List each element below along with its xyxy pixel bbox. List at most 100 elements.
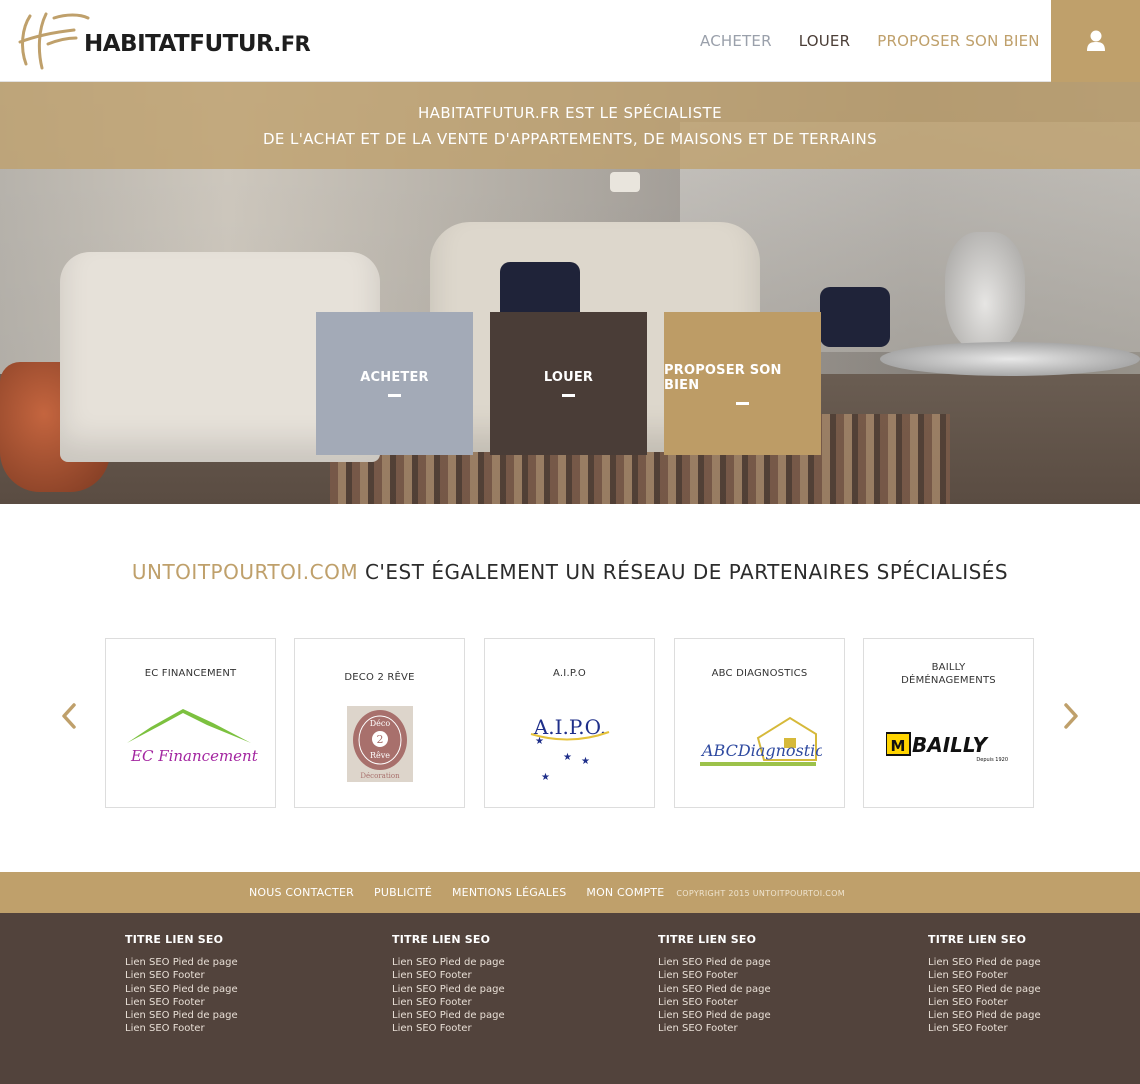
account-button[interactable]: [1051, 0, 1140, 82]
footer-seo-column: TITRE LIEN SEO Lien SEO Pied de page Lie…: [928, 933, 1128, 1036]
hero-background-pillow: [820, 287, 890, 347]
footer-seo-link[interactable]: Lien SEO Footer: [928, 996, 1128, 1009]
deco-2-reve-logo: Déco 2 Rêve Décoration: [295, 699, 464, 789]
carousel-prev-button[interactable]: [56, 701, 82, 731]
footer-seo-link[interactable]: Lien SEO Footer: [928, 969, 1128, 982]
footer-seo-link[interactable]: Lien SEO Footer: [392, 996, 592, 1009]
footer-seo-link[interactable]: Lien SEO Pied de page: [125, 956, 325, 969]
hero-background-vase: [945, 232, 1025, 352]
footer-seo-link[interactable]: Lien SEO Footer: [125, 1022, 325, 1035]
footer-seo-link[interactable]: Lien SEO Pied de page: [928, 956, 1128, 969]
svg-text:★: ★: [535, 736, 544, 747]
footer-seo-column: TITRE LIEN SEO Lien SEO Pied de page Lie…: [125, 933, 325, 1036]
footer-links: NOUS CONTACTER PUBLICITÉ MENTIONS LÉGALE…: [249, 886, 845, 899]
bailly-logo-sub: Depuis 1920: [976, 757, 1008, 763]
user-icon: [1086, 30, 1105, 51]
abc-diagnostics-logo: ABCDiagnostics: [675, 699, 844, 789]
bailly-logo-text: BAILLY: [912, 733, 990, 757]
hf-monogram-icon: [16, 8, 90, 74]
footer-seo-link[interactable]: Lien SEO Pied de page: [928, 983, 1128, 996]
bailly-logo: M BAILLY Depuis 1920: [864, 699, 1033, 789]
partner-card-abc-diagnostics[interactable]: ABC DIAGNOSTICS ABCDiagnostics: [674, 638, 845, 808]
hero-background-lamp: [610, 172, 640, 192]
footer-seo: TITRE LIEN SEO Lien SEO Pied de page Lie…: [0, 913, 1140, 1084]
nav-louer[interactable]: LOUER: [799, 32, 851, 50]
logo-wordmark: HABITATFUTUR.FR: [84, 31, 311, 57]
hero-tagline-line2: DE L'ACHAT ET DE LA VENTE D'APPARTEMENTS…: [262, 129, 878, 148]
footer-seo-link[interactable]: Lien SEO Pied de page: [392, 1009, 592, 1022]
footer-seo-link[interactable]: Lien SEO Footer: [658, 969, 858, 982]
footer-seo-link[interactable]: Lien SEO Footer: [125, 969, 325, 982]
main-nav: ACHETER LOUER PROPOSER SON BIEN: [700, 32, 1040, 50]
svg-text:M: M: [890, 737, 905, 755]
partners-heading-rest: C'EST ÉGALEMENT UN RÉSEAU DE PARTENAIRES…: [358, 560, 1009, 584]
hero-background-table: [880, 342, 1140, 376]
tile-proposer-son-bien[interactable]: PROPOSER SON BIEN: [664, 312, 821, 455]
footer-seo-title: TITRE LIEN SEO: [125, 933, 224, 946]
footer-seo-link[interactable]: Lien SEO Pied de page: [392, 956, 592, 969]
svg-text:★: ★: [541, 772, 550, 782]
footer-seo-link[interactable]: Lien SEO Footer: [928, 1022, 1128, 1035]
footer-link-contact[interactable]: NOUS CONTACTER: [249, 886, 354, 899]
dash-icon: [388, 394, 401, 397]
ec-financement-logo-text: EC Financement: [130, 747, 259, 765]
footer-seo-link[interactable]: Lien SEO Footer: [658, 996, 858, 1009]
partner-card-deco-2-reve[interactable]: DECO 2 RÊVE Déco 2 Rêve Décoration: [294, 638, 465, 808]
hero-tagline-line1: HABITATFUTUR.FR EST LE SPÉCIALISTE: [417, 103, 722, 122]
partner-card-bailly-demenagements[interactable]: BAILLY DÉMÉNAGEMENTS M BAILLY Depuis 192…: [863, 638, 1034, 808]
footer-link-account[interactable]: MON COMPTE: [586, 886, 664, 899]
partner-name-line1: BAILLY: [931, 662, 966, 673]
footer-seo-title: TITRE LIEN SEO: [928, 933, 1027, 946]
footer-seo-link[interactable]: Lien SEO Pied de page: [658, 1009, 858, 1022]
tile-louer[interactable]: LOUER: [490, 312, 647, 455]
abc-logo-text: ABCDiagnostics: [700, 741, 822, 760]
footer-copyright: COPYRIGHT 2015 UNTOITPOURTOI.COM: [676, 889, 845, 898]
partners-carousel: EC FINANCEMENT EC Financement DECO 2 RÊV…: [0, 638, 1140, 808]
footer-links-bar: NOUS CONTACTER PUBLICITÉ MENTIONS LÉGALE…: [0, 872, 1140, 913]
site-header: HABITATFUTUR.FR ACHETER LOUER PROPOSER S…: [0, 0, 1140, 82]
site-logo[interactable]: HABITATFUTUR.FR: [16, 8, 311, 74]
hero-tiles: ACHETER LOUER PROPOSER SON BIEN: [316, 312, 821, 455]
footer-seo-link[interactable]: Lien SEO Pied de page: [125, 983, 325, 996]
svg-text:★: ★: [581, 756, 590, 767]
deco-logo-mid: 2: [376, 733, 383, 746]
ec-financement-logo: EC Financement: [106, 699, 275, 789]
partner-name: EC FINANCEMENT: [144, 668, 237, 679]
footer-link-mentions[interactable]: MENTIONS LÉGALES: [452, 886, 566, 899]
partners-heading-brand: UNTOITPOURTOI.COM: [131, 560, 359, 584]
footer-seo-link[interactable]: Lien SEO Footer: [392, 1022, 592, 1035]
footer-seo-link[interactable]: Lien SEO Pied de page: [658, 956, 858, 969]
hero-tagline-band: HABITATFUTUR.FR EST LE SPÉCIALISTE DE L'…: [0, 82, 1140, 169]
deco-logo-caption: Décoration: [360, 772, 400, 780]
svg-text:★: ★: [563, 752, 572, 763]
partner-name: DECO 2 RÊVE: [344, 672, 415, 683]
deco-logo-bottom: Rêve: [369, 751, 389, 760]
deco-logo-top: Déco: [369, 719, 390, 728]
partner-name: A.I.P.O: [553, 668, 586, 679]
footer-seo-link[interactable]: Lien SEO Pied de page: [392, 983, 592, 996]
partner-card-ec-financement[interactable]: EC FINANCEMENT EC Financement: [105, 638, 276, 808]
footer-seo-link[interactable]: Lien SEO Pied de page: [658, 983, 858, 996]
footer-seo-title: TITRE LIEN SEO: [658, 933, 757, 946]
footer-seo-title: TITRE LIEN SEO: [392, 933, 491, 946]
nav-acheter[interactable]: ACHETER: [700, 32, 772, 50]
partner-name: BAILLY DÉMÉNAGEMENTS: [864, 661, 1033, 687]
partners-heading: UNTOITPOURTOI.COM C'EST ÉGALEMENT UN RÉS…: [0, 560, 1140, 584]
footer-seo-link[interactable]: Lien SEO Pied de page: [928, 1009, 1128, 1022]
partner-card-aipo[interactable]: A.I.P.O A.I.P.O. ★ ★ ★ ★: [484, 638, 655, 808]
footer-seo-link[interactable]: Lien SEO Footer: [125, 996, 325, 1009]
dash-icon: [736, 401, 749, 405]
tile-acheter[interactable]: ACHETER: [316, 312, 473, 455]
footer-seo-link[interactable]: Lien SEO Footer: [392, 969, 592, 982]
chevron-left-icon: [62, 703, 76, 729]
logo-wordmark-main: HABITATFUTUR: [84, 31, 274, 57]
footer-seo-link[interactable]: Lien SEO Pied de page: [125, 1009, 325, 1022]
footer-link-publicite[interactable]: PUBLICITÉ: [374, 886, 432, 899]
hero-section: HABITATFUTUR.FR EST LE SPÉCIALISTE DE L'…: [0, 82, 1140, 504]
carousel-next-button[interactable]: [1058, 701, 1084, 731]
footer-seo-link[interactable]: Lien SEO Footer: [658, 1022, 858, 1035]
tile-proposer-label: PROPOSER SON BIEN: [664, 362, 782, 393]
tile-acheter-label: ACHETER: [360, 370, 429, 385]
nav-proposer-son-bien[interactable]: PROPOSER SON BIEN: [877, 32, 1039, 50]
logo-wordmark-tld: .FR: [273, 32, 311, 56]
